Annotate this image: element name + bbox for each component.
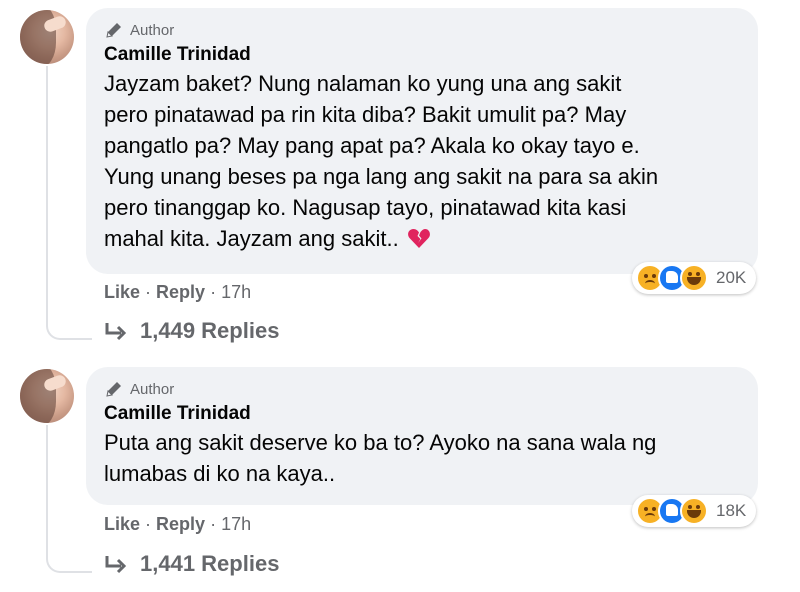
replies-count-label: 1,449 Replies [140,318,280,343]
view-replies-button[interactable]: 1,449 Replies [104,318,279,344]
reply-arrow-icon [105,323,127,341]
comment-bubble: Author Camille Trinidad Jayzam baket? Nu… [86,8,758,274]
commenter-name[interactable]: Camille Trinidad [104,44,742,66]
separator: · [210,282,217,302]
reply-link[interactable]: Reply [156,514,205,535]
reactions-summary[interactable]: 18K [632,495,756,527]
comment-bubble: Author Camille Trinidad Puta ang sakit d… [86,367,758,505]
timestamp[interactable]: 17h [221,282,251,303]
avatar[interactable] [20,10,74,64]
pencil-icon [106,23,121,38]
reaction-count: 18K [716,501,747,520]
broken-heart-icon [407,229,430,248]
like-link[interactable]: Like [104,514,140,535]
haha-icon [680,264,708,292]
comment-actions: Like · Reply · 17h [104,282,251,303]
commenter-name[interactable]: Camille Trinidad [104,403,742,425]
avatar[interactable] [20,369,74,423]
author-badge: Author [104,379,742,399]
author-badge: Author [104,20,742,40]
thread-line [46,66,48,312]
author-badge-label: Author [130,380,175,398]
comment-text: Jayzam baket? Nung nalaman ko yung una a… [104,68,742,254]
separator: · [210,514,217,534]
view-replies-button[interactable]: 1,441 Replies [104,551,279,577]
comment-actions: Like · Reply · 17h [104,514,251,535]
like-link[interactable]: Like [104,282,140,303]
replies-count-label: 1,441 Replies [140,551,280,576]
comment-text: Puta ang sakit deserve ko ba to? Ayoko n… [104,430,657,486]
separator: · [145,514,152,534]
reply-link[interactable]: Reply [156,282,205,303]
haha-icon [680,497,708,525]
thread-line [46,425,48,545]
pencil-icon [106,382,121,397]
author-badge-label: Author [130,21,175,39]
reactions-summary[interactable]: 20K [632,262,756,294]
timestamp[interactable]: 17h [221,514,251,535]
reply-arrow-icon [105,556,127,574]
thread-branch [46,312,92,340]
thread-branch [46,545,92,573]
comment-text-body: Jayzam baket? Nung nalaman ko yung una a… [104,71,659,251]
separator: · [145,282,152,302]
reaction-count: 20K [716,268,747,287]
